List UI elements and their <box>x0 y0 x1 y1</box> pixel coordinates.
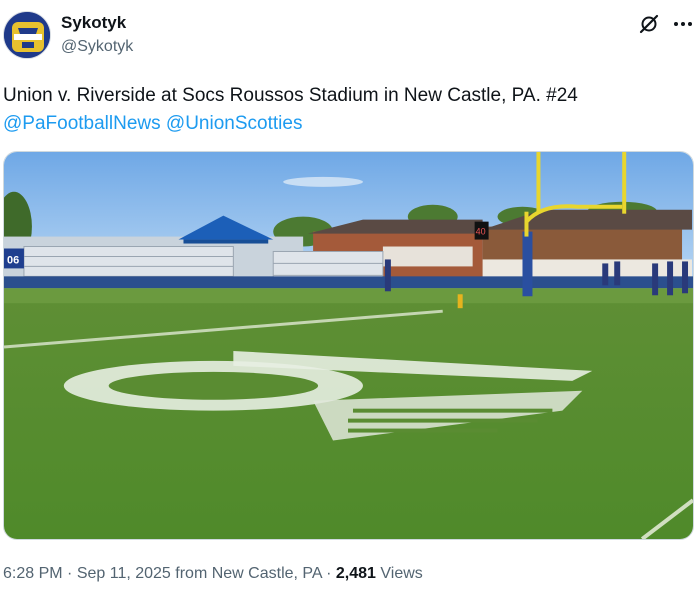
avatar-icon <box>4 12 50 58</box>
banner-number: 06 <box>7 254 19 266</box>
grok-icon[interactable] <box>638 13 660 35</box>
scoreboard-number: 40 <box>476 227 486 237</box>
mention-pafootballnews-link[interactable]: @PaFootballNews <box>3 113 161 134</box>
tweet-time-link[interactable]: 6:28 PM <box>3 565 63 582</box>
more-icon[interactable] <box>672 13 694 35</box>
tweet-mentions: @PaFootballNews @UnionScotties <box>3 110 693 138</box>
mention-unionscotties-link[interactable]: @UnionScotties <box>166 113 303 134</box>
meta-separator: · <box>62 565 77 582</box>
tweet-header: Sykotyk @Sykotyk <box>0 0 700 64</box>
tweet-body: Union v. Riverside at Socs Roussos Stadi… <box>3 85 578 106</box>
author-handle[interactable]: @Sykotyk <box>61 38 133 56</box>
author-display-name[interactable]: Sykotyk <box>61 13 126 33</box>
views-label: Views <box>375 565 423 582</box>
meta-separator: · <box>321 565 336 582</box>
meta-from-text: from <box>170 565 212 582</box>
location-link[interactable]: New Castle, PA <box>212 565 322 582</box>
views-count: 2,481 <box>335 565 376 582</box>
avatar[interactable] <box>3 11 51 59</box>
tweet-text: Union v. Riverside at Socs Roussos Stadi… <box>3 82 693 138</box>
stadium-photo: 06 40 <box>4 152 693 539</box>
tweet-photo[interactable]: 06 40 <box>3 151 694 540</box>
tweet-meta: 6:28 PM · Sep 11, 2025 from New Castle, … <box>3 565 423 583</box>
tweet-date-link[interactable]: Sep 11, 2025 <box>77 565 171 582</box>
